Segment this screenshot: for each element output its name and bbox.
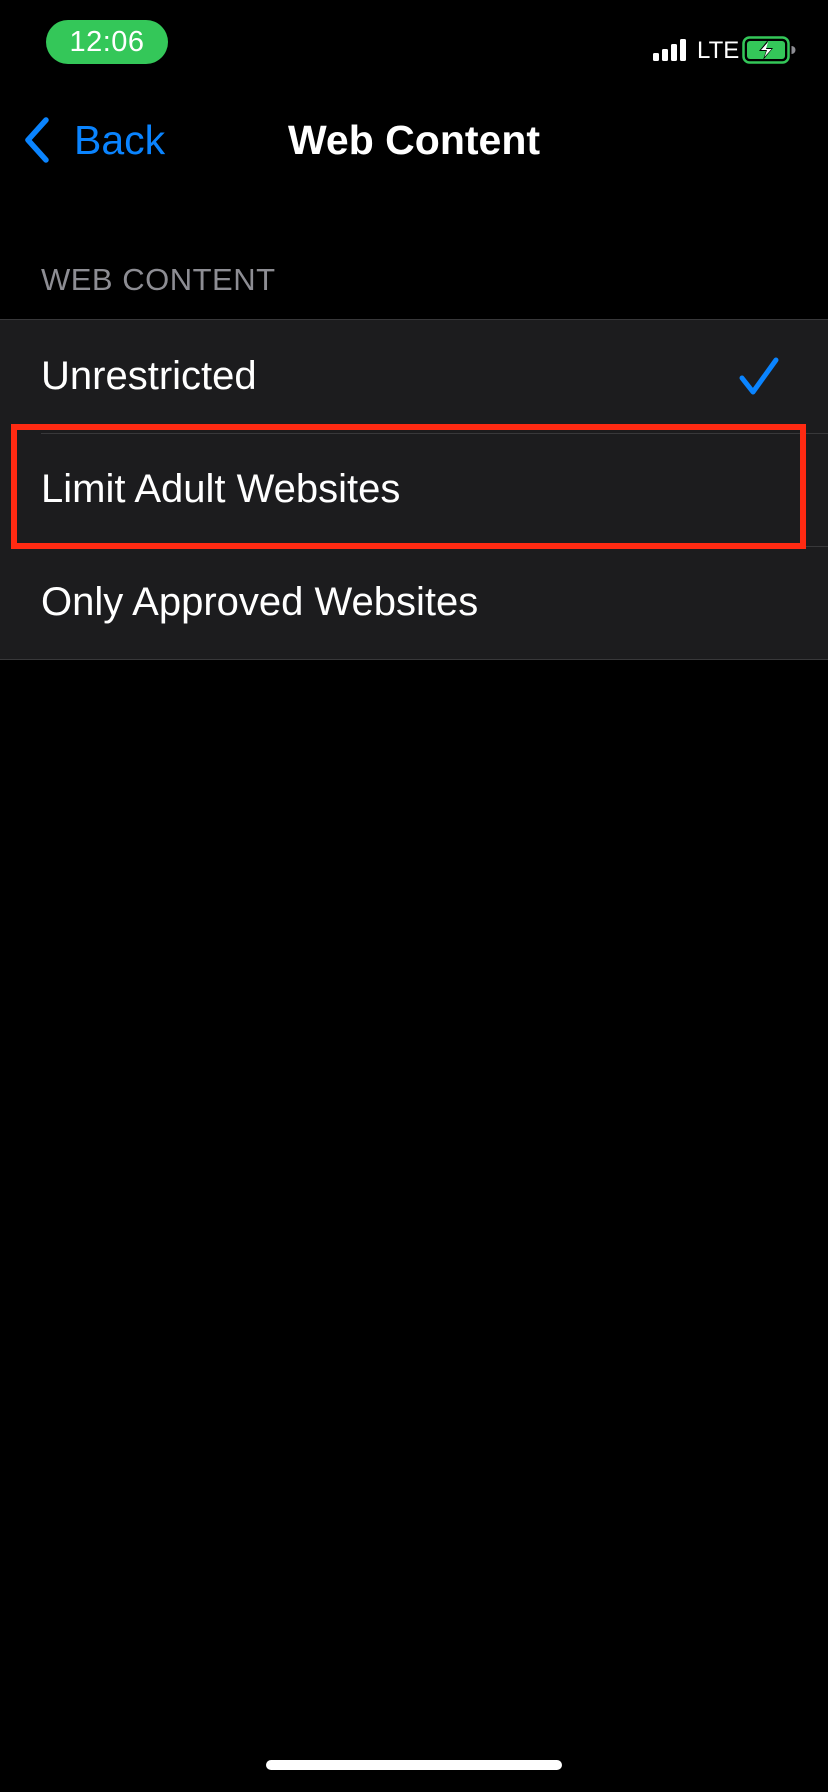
section-header: WEB CONTENT — [41, 262, 276, 297]
navigation-bar: Web Content Back — [0, 100, 828, 180]
chevron-left-icon — [25, 117, 49, 163]
option-only-approved-websites[interactable]: Only Approved Websites — [0, 546, 828, 659]
status-bar: 12:06 LTE — [0, 0, 828, 100]
network-type-label: LTE — [697, 37, 740, 64]
option-label: Only Approved Websites — [41, 580, 479, 624]
status-time: 12:06 — [46, 20, 168, 64]
back-label: Back — [74, 116, 166, 163]
option-label: Unrestricted — [41, 354, 257, 398]
option-label: Limit Adult Websites — [41, 467, 401, 511]
option-limit-adult-websites[interactable]: Limit Adult Websites — [0, 433, 828, 546]
web-content-options: Unrestricted Limit Adult Websites Only A… — [0, 319, 828, 660]
battery-charging-icon — [742, 36, 796, 64]
checkmark-icon — [739, 357, 779, 395]
option-unrestricted[interactable]: Unrestricted — [0, 320, 828, 433]
back-button[interactable]: Back — [22, 110, 165, 170]
home-indicator[interactable] — [266, 1760, 562, 1770]
signal-icon — [653, 39, 686, 61]
